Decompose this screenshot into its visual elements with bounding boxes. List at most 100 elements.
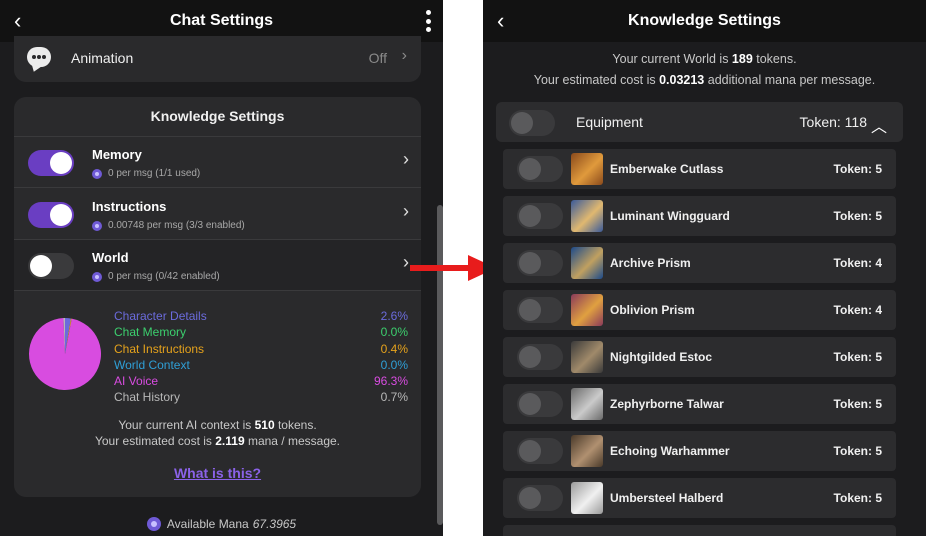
item-toggle[interactable] bbox=[517, 297, 563, 323]
world-tokens-text: Your current World is 189 tokens. bbox=[612, 52, 797, 66]
knowledge-settings-card: Knowledge Settings Memory 0 per msg (1/1… bbox=[14, 97, 421, 497]
equipment-item[interactable]: Nightgilded Estoc Token: 5 bbox=[503, 337, 896, 377]
legend-item: AI Voice 96.3% bbox=[114, 374, 408, 389]
animation-setting[interactable]: Animation Off › bbox=[14, 36, 421, 82]
item-tokens: Token: 5 bbox=[833, 491, 882, 505]
context-cost-text: Your estimated cost is 2.119 mana / mess… bbox=[94, 434, 341, 448]
knowledge-row-world[interactable]: World 0 per msg (0/42 enabled) › bbox=[14, 240, 421, 291]
item-toggle[interactable] bbox=[517, 438, 563, 464]
row-name: World bbox=[92, 250, 129, 265]
equipment-toggle[interactable] bbox=[509, 110, 555, 136]
what-is-this-link[interactable]: What is this? bbox=[14, 465, 421, 481]
item-toggle[interactable] bbox=[517, 156, 563, 182]
mana-icon bbox=[92, 168, 102, 179]
world-tokens-value: 189 bbox=[731, 52, 753, 66]
chevron-up-icon[interactable]: ︿ bbox=[871, 113, 887, 137]
page-title: Knowledge Settings bbox=[628, 12, 781, 29]
item-toggle[interactable] bbox=[517, 391, 563, 417]
item-thumbnail bbox=[571, 200, 603, 232]
item-thumbnail bbox=[571, 294, 603, 326]
context-legend: Character Details 2.6% Chat Memory 0.0% Chat… bbox=[114, 308, 408, 406]
chevron-right-icon: › bbox=[401, 47, 407, 64]
memory-toggle[interactable] bbox=[28, 150, 74, 176]
row-sub: 0 per msg (0/42 enabled) bbox=[92, 271, 220, 282]
page-title: Chat Settings bbox=[169, 12, 274, 29]
item-name: Luminant Wingguard bbox=[610, 209, 730, 223]
category-equipment[interactable]: Equipment Token: 118 ︿ bbox=[496, 102, 903, 142]
item-toggle[interactable] bbox=[517, 250, 563, 276]
row-name: Memory bbox=[92, 147, 142, 162]
knowledge-settings-header: ‹ Knowledge Settings bbox=[483, 0, 926, 42]
category-tokens: Token: 118 bbox=[799, 114, 867, 130]
item-toggle[interactable] bbox=[517, 203, 563, 229]
back-icon[interactable]: ‹ bbox=[14, 8, 21, 34]
item-toggle[interactable] bbox=[517, 485, 563, 511]
knowledge-settings-title: Knowledge Settings bbox=[14, 97, 421, 137]
back-icon[interactable]: ‹ bbox=[497, 8, 504, 34]
equipment-item[interactable]: Archive Prism Token: 4 bbox=[503, 243, 896, 283]
chevron-right-icon[interactable]: › bbox=[403, 252, 409, 273]
equipment-item[interactable]: Luminant Wingguard Token: 5 bbox=[503, 196, 896, 236]
chevron-right-icon[interactable]: › bbox=[403, 201, 409, 222]
context-tokens-text: Your current AI context is 510 tokens. bbox=[118, 418, 317, 432]
knowledge-row-memory[interactable]: Memory 0 per msg (1/1 used) › bbox=[14, 137, 421, 188]
item-toggle[interactable] bbox=[517, 344, 563, 370]
available-mana: Available Mana 67.3965 bbox=[0, 517, 443, 531]
animation-label: Animation bbox=[71, 50, 134, 66]
knowledge-row-instructions[interactable]: Instructions 0.00748 per msg (3/3 enable… bbox=[14, 189, 421, 240]
more-menu-icon[interactable] bbox=[425, 10, 431, 32]
item-name: Nightgilded Estoc bbox=[610, 350, 712, 364]
legend-item: Chat Memory 0.0% bbox=[114, 325, 408, 340]
equipment-item[interactable]: Umbersteel Halberd Token: 5 bbox=[503, 478, 896, 518]
item-name: Zephyrborne Talwar bbox=[610, 397, 724, 411]
world-cost-text: Your estimated cost is 0.03213 additiona… bbox=[533, 73, 876, 87]
equipment-item[interactable]: Oblivion Prism Token: 4 bbox=[503, 290, 896, 330]
item-name: Umbersteel Halberd bbox=[610, 491, 724, 505]
animation-value: Off bbox=[368, 50, 387, 66]
item-thumbnail bbox=[571, 153, 603, 185]
instructions-toggle[interactable] bbox=[28, 202, 74, 228]
item-name: Oblivion Prism bbox=[610, 303, 695, 317]
item-thumbnail bbox=[571, 247, 603, 279]
item-name: Archive Prism bbox=[610, 256, 691, 270]
equipment-item[interactable]: Emberwake Cutlass Token: 5 bbox=[503, 149, 896, 189]
item-thumbnail bbox=[571, 435, 603, 467]
legend-item: Chat History 0.7% bbox=[114, 390, 408, 405]
item-tokens: Token: 5 bbox=[833, 350, 882, 364]
chat-bubble-icon bbox=[27, 47, 51, 67]
chevron-right-icon[interactable]: › bbox=[403, 149, 409, 170]
mana-icon bbox=[146, 517, 161, 531]
available-mana-label: Available Mana bbox=[166, 517, 249, 531]
row-name: Instructions bbox=[92, 199, 167, 214]
item-name: Echoing Warhammer bbox=[610, 444, 730, 458]
row-sub: 0.00748 per msg (3/3 enabled) bbox=[92, 220, 245, 231]
item-tokens: Token: 4 bbox=[833, 256, 882, 270]
available-mana-value: 67.3965 bbox=[252, 517, 297, 531]
legend-item: World Context 0.0% bbox=[114, 357, 408, 372]
context-pie-chart bbox=[29, 318, 102, 390]
world-toggle[interactable] bbox=[28, 253, 74, 279]
legend-item: Chat Instructions 0.4% bbox=[114, 341, 408, 356]
item-tokens: Token: 5 bbox=[833, 209, 882, 223]
item-tokens: Token: 4 bbox=[833, 303, 882, 317]
knowledge-settings-panel: ‹ Knowledge Settings Your current World … bbox=[483, 0, 926, 536]
mana-icon bbox=[92, 220, 102, 231]
category-name: Equipment bbox=[576, 114, 643, 130]
item-tokens: Token: 5 bbox=[833, 162, 882, 176]
context-cost-value: 2.119 bbox=[215, 434, 245, 448]
context-tokens-value: 510 bbox=[254, 418, 275, 432]
chat-settings-panel: ‹ Chat Settings Animation Off › Knowledg… bbox=[0, 0, 443, 536]
mana-icon bbox=[92, 271, 102, 282]
item-name: Emberwake Cutlass bbox=[610, 162, 724, 176]
row-sub: 0 per msg (1/1 used) bbox=[92, 168, 200, 179]
legend-item: Character Details 2.6% bbox=[114, 309, 408, 323]
item-tokens: Token: 5 bbox=[833, 397, 882, 411]
world-cost-value: 0.03213 bbox=[659, 73, 705, 87]
item-thumbnail bbox=[571, 341, 603, 373]
equipment-item[interactable] bbox=[503, 525, 896, 536]
item-thumbnail bbox=[571, 482, 603, 514]
equipment-item[interactable]: Echoing Warhammer Token: 5 bbox=[503, 431, 896, 471]
item-tokens: Token: 5 bbox=[833, 444, 882, 458]
item-thumbnail bbox=[571, 388, 603, 420]
equipment-item[interactable]: Zephyrborne Talwar Token: 5 bbox=[503, 384, 896, 424]
